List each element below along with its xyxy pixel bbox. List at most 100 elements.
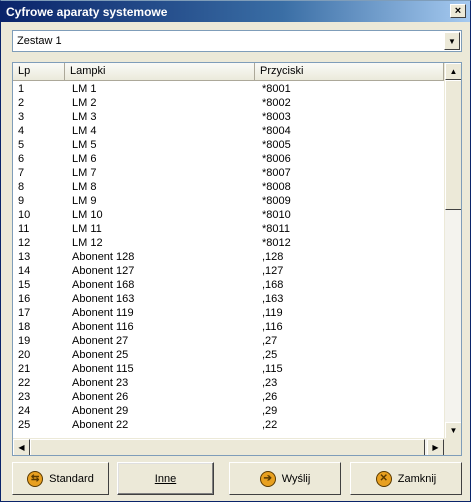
row-lampka: Abonent 22 — [72, 419, 129, 431]
vertical-scroll-thumb[interactable] — [445, 80, 461, 210]
row-przycisk: ,168 — [262, 279, 284, 291]
scroll-up-button[interactable]: ▲ — [445, 63, 461, 80]
inne-label: Inne — [154, 472, 177, 485]
table-row[interactable]: 8 LM 8 *8008 — [13, 180, 444, 194]
row-lp: 4 — [18, 125, 25, 137]
row-lp: 8 — [18, 181, 25, 193]
row-lampka: LM 9 — [72, 195, 97, 207]
row-lp: 14 — [18, 265, 31, 277]
row-lampka: LM 10 — [72, 209, 103, 221]
row-lampka: Abonent 23 — [72, 377, 129, 389]
row-przycisk: ,163 — [262, 293, 284, 305]
table-row[interactable]: 25 Abonent 22 ,22 — [13, 418, 444, 432]
row-przycisk: ,27 — [262, 335, 278, 347]
send-label: Wyślij — [281, 472, 311, 485]
table-row[interactable]: 6 LM 6 *8006 — [13, 152, 444, 166]
column-header-lp[interactable]: Lp — [13, 63, 65, 81]
table-row[interactable]: 1 LM 1 *8001 — [13, 82, 444, 96]
row-lampka: LM 8 — [72, 181, 97, 193]
table-row[interactable]: 17 Abonent 119 ,119 — [13, 306, 444, 320]
scroll-down-button[interactable]: ▼ — [445, 422, 461, 439]
table-row[interactable]: 3 LM 3 *8003 — [13, 110, 444, 124]
arrow-down-icon: ▼ — [449, 426, 458, 435]
row-przycisk: *8008 — [262, 181, 291, 193]
arrow-up-icon: ▲ — [449, 67, 458, 76]
send-button[interactable]: ➔ Wyślij — [229, 462, 341, 495]
row-lp: 3 — [18, 111, 25, 123]
table-row[interactable]: 16 Abonent 163 ,163 — [13, 292, 444, 306]
row-lampka: Abonent 115 — [72, 363, 134, 375]
column-header-lampki[interactable]: Lampki — [65, 63, 255, 81]
set-selector[interactable]: Zestaw 1 ▼ — [12, 30, 462, 52]
row-lampka: LM 11 — [72, 223, 102, 235]
table-row[interactable]: 10 LM 10 *8010 — [13, 208, 444, 222]
row-lampka: Abonent 128 — [72, 251, 135, 263]
close-icon: × — [454, 4, 462, 17]
row-lp: 13 — [18, 251, 31, 263]
table-row[interactable]: 23 Abonent 26 ,26 — [13, 390, 444, 404]
table-row[interactable]: 21 Abonent 115 ,115 — [13, 362, 444, 376]
scroll-left-button[interactable]: ◀ — [13, 439, 30, 455]
table-row[interactable]: 12 LM 12 *8012 — [13, 236, 444, 250]
row-przycisk: ,127 — [262, 265, 284, 277]
set-selector-value: Zestaw 1 — [17, 35, 62, 47]
chevron-down-icon: ▼ — [448, 36, 456, 46]
close-button[interactable]: × — [450, 4, 466, 18]
row-lampka: LM 12 — [72, 237, 103, 249]
table-row[interactable]: 18 Abonent 116 ,116 — [13, 320, 444, 334]
row-lampka: Abonent 26 — [72, 391, 129, 403]
row-lp: 18 — [18, 321, 31, 333]
close-dialog-button[interactable]: ✕ Zamknij — [350, 462, 462, 495]
row-lampka: Abonent 116 — [72, 321, 134, 333]
mapping-list: Lp Lampki Przyciski 1 LM 1 *8001 2 LM 2 *8002… — [12, 62, 462, 456]
row-lampka: Abonent 127 — [72, 265, 135, 277]
row-przycisk: ,119 — [262, 307, 283, 319]
row-lp: 9 — [18, 195, 25, 207]
list-header: Lp Lampki Przyciski — [13, 63, 444, 81]
row-lp: 21 — [18, 363, 31, 375]
table-row[interactable]: 14 Abonent 127 ,127 — [13, 264, 444, 278]
row-lp: 12 — [18, 237, 31, 249]
row-lampka: Abonent 168 — [72, 279, 135, 291]
inne-button[interactable]: Inne — [117, 462, 214, 495]
table-row[interactable]: 20 Abonent 25 ,25 — [13, 348, 444, 362]
horizontal-scroll-thumb[interactable] — [30, 439, 425, 455]
row-przycisk: ,22 — [262, 419, 278, 431]
arrow-right-icon: ▶ — [432, 443, 439, 452]
dropdown-button[interactable]: ▼ — [444, 32, 460, 50]
standard-icon: ⇆ — [27, 470, 44, 487]
table-row[interactable]: 19 Abonent 27 ,27 — [13, 334, 444, 348]
table-row[interactable]: 15 Abonent 168 ,168 — [13, 278, 444, 292]
row-lampka: LM 7 — [72, 167, 97, 179]
row-lampka: Abonent 29 — [72, 405, 129, 417]
horizontal-scrollbar[interactable]: ◀ ▶ — [13, 438, 444, 455]
row-lampka: LM 3 — [72, 111, 97, 123]
scroll-right-button[interactable]: ▶ — [427, 439, 444, 455]
table-row[interactable]: 4 LM 4 *8004 — [13, 124, 444, 138]
table-row[interactable]: 22 Abonent 23 ,23 — [13, 376, 444, 390]
table-row[interactable]: 9 LM 9 *8009 — [13, 194, 444, 208]
row-przycisk: ,23 — [262, 377, 278, 389]
standard-button[interactable]: ⇆ Standard — [12, 462, 109, 495]
close-dialog-label: Zamknij — [397, 472, 437, 485]
table-row[interactable]: 2 LM 2 *8002 — [13, 96, 444, 110]
row-lp: 1 — [18, 83, 25, 95]
table-row[interactable]: 24 Abonent 29 ,29 — [13, 404, 444, 418]
table-row[interactable]: 5 LM 5 *8005 — [13, 138, 444, 152]
table-row[interactable]: 13 Abonent 128 ,128 — [13, 250, 444, 264]
title-bar: Cyfrowe aparaty systemowe × — [1, 1, 470, 22]
row-lp: 10 — [18, 209, 31, 221]
row-przycisk: *8004 — [262, 125, 291, 137]
vertical-scrollbar[interactable]: ▲ ▼ — [444, 63, 461, 439]
column-header-przyciski[interactable]: Przyciski — [255, 63, 444, 81]
table-row[interactable]: 7 LM 7 *8007 — [13, 166, 444, 180]
row-przycisk: *8003 — [262, 111, 291, 123]
row-lampka: LM 6 — [72, 153, 97, 165]
row-przycisk: *8006 — [262, 153, 291, 165]
row-lampka: LM 2 — [72, 97, 97, 109]
row-lp: 6 — [18, 153, 25, 165]
table-row[interactable]: 11 LM 11 *8011 — [13, 222, 444, 236]
dialog-window: Cyfrowe aparaty systemowe × Zestaw 1 ▼ L… — [0, 0, 471, 502]
row-przycisk: ,115 — [262, 363, 283, 375]
row-lp: 15 — [18, 279, 31, 291]
